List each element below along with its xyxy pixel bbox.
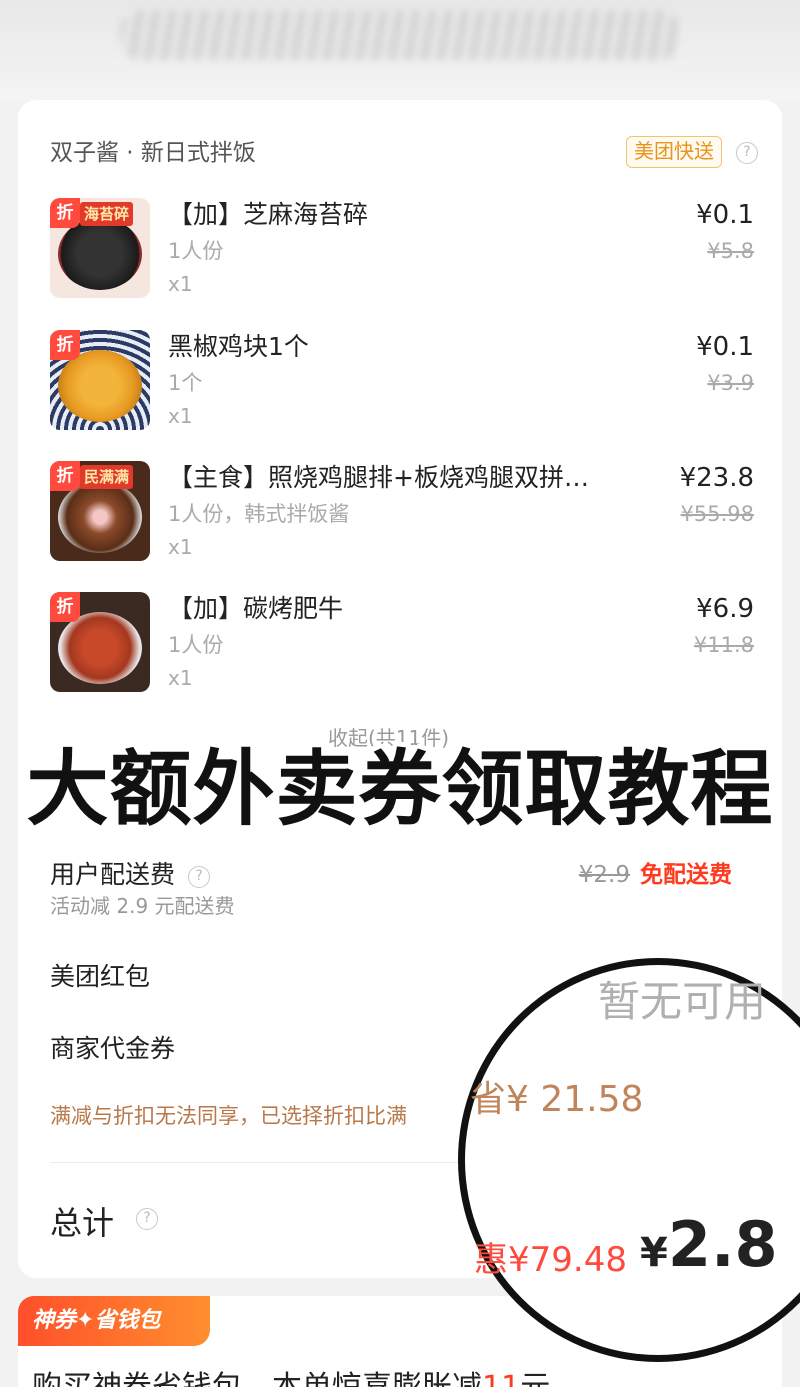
food-thumbnail: 折: [50, 330, 150, 430]
blur-smudge: [120, 10, 680, 60]
delivery-tag: 美团快送: [626, 136, 722, 168]
promo-text: 购买神券省钱包，本单惊喜膨胀减11元: [32, 1362, 550, 1387]
discount-notice: 满减与折扣无法同享，已选择折扣比满: [50, 1104, 407, 1128]
saved-amount: 省¥ 21.58: [470, 1070, 643, 1122]
order-confirm-page: 双子酱 · 新日式拌饭 美团快送 ? 海苔碎 折 【加】芝麻海苔碎 1人份 x1…: [0, 0, 800, 1387]
delivery-fee-value: ¥2.9 免配送费: [579, 858, 732, 892]
food-thumbnail: 民满满 折: [50, 461, 150, 561]
promo-tag: 神券✦省钱包: [18, 1296, 210, 1346]
voucher-label: 商家代金券: [50, 1034, 176, 1063]
item-spec: 1人份: [168, 633, 224, 657]
item-spec: 1人份，韩式拌饭酱: [168, 502, 350, 526]
item-spec: 1人份: [168, 239, 224, 263]
overlay-title: 大额外卖券领取教程: [26, 742, 774, 837]
item-qty: x1: [168, 666, 193, 690]
redpacket-value[interactable]: 暂无可用: [598, 968, 766, 1029]
dish-image: [58, 612, 142, 684]
shop-row: 双子酱 · 新日式拌饭 美团快送 ?: [50, 136, 758, 170]
total-amount-value: 2.8: [667, 1208, 778, 1281]
item-qty: x1: [168, 404, 193, 428]
food-thumbnail: 折: [50, 592, 150, 692]
dish-image: [58, 218, 142, 290]
item-price: ¥0.1: [696, 332, 754, 362]
item-original-price: ¥11.8: [693, 633, 754, 657]
original-total: 惠¥79.48: [474, 1232, 627, 1281]
original-total-prefix: 惠: [474, 1240, 508, 1280]
list-item[interactable]: 海苔碎 折 【加】芝麻海苔碎 1人份 x1 ¥0.1 ¥5.8: [50, 198, 754, 308]
dish-image: [58, 350, 142, 422]
promo-text-a: 购买神券省钱包，本单惊喜膨胀减: [32, 1370, 482, 1387]
original-total-value: ¥79.48: [508, 1240, 627, 1280]
discount-badge: 折: [50, 198, 80, 228]
thumb-banner: 海苔碎: [80, 202, 134, 226]
item-spec: 1个: [168, 371, 203, 395]
item-qty: x1: [168, 272, 193, 296]
promo-highlight: 11: [482, 1370, 520, 1387]
saved-value: ¥ 21.58: [506, 1079, 644, 1120]
total-label: 总计: [50, 1204, 115, 1242]
item-price: ¥6.9: [696, 594, 754, 624]
thumb-banner: 民满满: [80, 465, 134, 489]
item-name: 黑椒鸡块1个: [168, 332, 309, 361]
item-original-price: ¥5.8: [707, 239, 754, 263]
food-thumbnail: 海苔碎 折: [50, 198, 150, 298]
redpacket-label: 美团红包: [50, 962, 151, 991]
delivery-fee-row: 用户配送费 ? 活动减 2.9 元配送费 ¥2.9 免配送费: [50, 858, 750, 920]
delivery-fee-sub: 活动减 2.9 元配送费: [50, 894, 235, 918]
list-item[interactable]: 民满满 折 【主食】照烧鸡腿排+板烧鸡腿双拼… 1人份，韩式拌饭酱 x1 ¥23…: [50, 461, 754, 571]
item-original-price: ¥3.9: [707, 371, 754, 395]
list-item[interactable]: 折 黑椒鸡块1个 1个 x1 ¥0.1 ¥3.9: [50, 330, 754, 440]
shop-name[interactable]: 双子酱 · 新日式拌饭: [50, 140, 256, 166]
help-icon[interactable]: ?: [736, 142, 758, 164]
blurred-address-header: [0, 0, 800, 100]
item-original-price: ¥55.98: [680, 502, 754, 526]
currency-symbol: ¥: [640, 1230, 668, 1276]
list-item[interactable]: 折 【加】碳烤肥牛 1人份 x1 ¥6.9 ¥11.8: [50, 592, 754, 702]
delivery-fee-original: ¥2.9: [578, 862, 630, 888]
item-name: 【加】碳烤肥牛: [168, 594, 344, 623]
discount-badge: 折: [50, 461, 80, 491]
item-qty: x1: [168, 535, 193, 559]
total-amount: ¥2.8: [640, 1208, 778, 1281]
discount-badge: 折: [50, 592, 80, 622]
promo-text-b: 元: [520, 1370, 550, 1387]
help-icon[interactable]: ?: [136, 1208, 158, 1230]
item-name: 【主食】照烧鸡腿排+板烧鸡腿双拼…: [168, 463, 589, 492]
item-price: ¥0.1: [696, 200, 754, 230]
item-price: ¥23.8: [679, 463, 754, 493]
item-name: 【加】芝麻海苔碎: [168, 200, 369, 229]
saved-prefix: 省: [470, 1079, 507, 1120]
help-icon[interactable]: ?: [188, 866, 211, 888]
dish-image: [58, 481, 142, 553]
delivery-fee-label: 用户配送费: [50, 860, 176, 889]
free-delivery-label: 免配送费: [640, 862, 732, 888]
discount-badge: 折: [50, 330, 80, 360]
